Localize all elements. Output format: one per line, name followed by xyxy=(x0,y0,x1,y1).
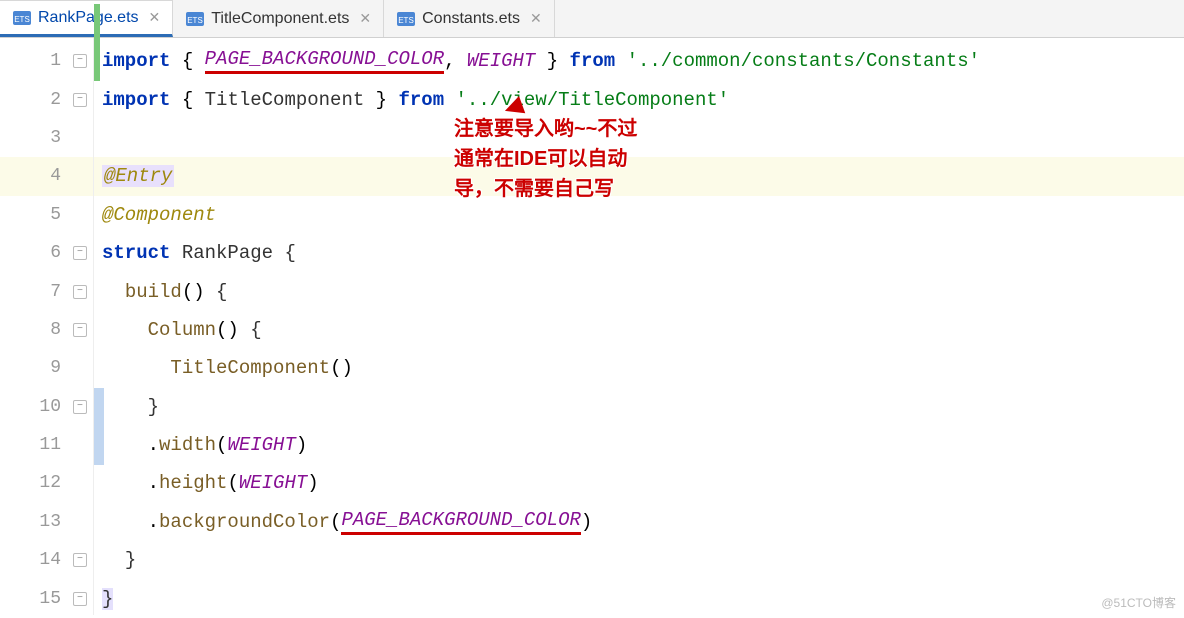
code-line-14: } xyxy=(94,541,1184,579)
line-number: 8− xyxy=(0,311,93,349)
annotation-text: 注意要导入哟~~不过 通常在IDE可以自动 导，不需要自己写 xyxy=(454,114,637,204)
code-line-7: build() { xyxy=(94,272,1184,310)
code-line-1: import { PAGE_BACKGROUND_COLOR, WEIGHT }… xyxy=(94,42,1184,80)
line-number: 1− xyxy=(0,42,93,80)
svg-text:ETS: ETS xyxy=(14,15,30,24)
svg-text:ETS: ETS xyxy=(398,16,414,25)
code-line-13: .backgroundColor(PAGE_BACKGROUND_COLOR) xyxy=(94,503,1184,541)
fold-icon[interactable]: − xyxy=(73,285,87,299)
fold-icon[interactable]: − xyxy=(73,400,87,414)
code-line-4: @Entry xyxy=(94,157,1184,195)
fold-icon[interactable]: − xyxy=(73,323,87,337)
code-area[interactable]: import { PAGE_BACKGROUND_COLOR, WEIGHT }… xyxy=(94,38,1184,615)
fold-icon[interactable]: − xyxy=(73,93,87,107)
line-number: 2− xyxy=(0,80,93,118)
code-line-10: } xyxy=(94,388,1184,426)
code-line-12: .height(WEIGHT) xyxy=(94,464,1184,502)
line-number: 13 xyxy=(0,503,93,541)
line-number: 3 xyxy=(0,119,93,157)
line-number: 12 xyxy=(0,464,93,502)
code-line-9: TitleComponent() xyxy=(94,349,1184,387)
svg-text:ETS: ETS xyxy=(187,16,203,25)
code-line-6: struct RankPage { xyxy=(94,234,1184,272)
fold-icon[interactable]: − xyxy=(73,54,87,68)
gutter: 1− 2− 3 4 5 6− 7− 8− 9 10− 11 12 13 14− … xyxy=(0,38,94,615)
code-line-3 xyxy=(94,119,1184,157)
code-line-5: @Component xyxy=(94,196,1184,234)
fold-icon[interactable]: − xyxy=(73,246,87,260)
code-line-11: .width(WEIGHT) xyxy=(94,426,1184,464)
tab-titlecomponent[interactable]: ETS TitleComponent.ets ✕ xyxy=(173,0,384,37)
line-number: 11 xyxy=(0,426,93,464)
line-number: 6− xyxy=(0,234,93,272)
fold-icon[interactable]: − xyxy=(73,592,87,606)
line-number: 7− xyxy=(0,272,93,310)
line-number: 5 xyxy=(0,196,93,234)
ets-file-icon: ETS xyxy=(185,9,205,29)
editor: 1− 2− 3 4 5 6− 7− 8− 9 10− 11 12 13 14− … xyxy=(0,38,1184,615)
code-line-2: import { TitleComponent } from '../view/… xyxy=(94,80,1184,118)
watermark: @51CTO博客 xyxy=(1101,594,1176,611)
tab-label: Constants.ets xyxy=(422,10,520,28)
close-icon[interactable]: ✕ xyxy=(149,9,161,26)
ets-file-icon: ETS xyxy=(12,8,32,28)
line-number: 9 xyxy=(0,349,93,387)
ets-file-icon: ETS xyxy=(396,9,416,29)
close-icon[interactable]: ✕ xyxy=(359,10,371,27)
code-line-8: Column() { xyxy=(94,311,1184,349)
tab-constants[interactable]: ETS Constants.ets ✕ xyxy=(384,0,555,37)
tab-bar: ETS RankPage.ets ✕ ETS TitleComponent.et… xyxy=(0,0,1184,38)
line-number: 15− xyxy=(0,579,93,617)
line-number: 4 xyxy=(0,157,93,195)
line-number: 14− xyxy=(0,541,93,579)
fold-icon[interactable]: − xyxy=(73,553,87,567)
close-icon[interactable]: ✕ xyxy=(530,10,542,27)
tab-label: RankPage.ets xyxy=(38,9,139,27)
line-number: 10− xyxy=(0,388,93,426)
tab-label: TitleComponent.ets xyxy=(211,10,349,28)
tab-rankpage[interactable]: ETS RankPage.ets ✕ xyxy=(0,0,173,37)
code-line-15: } xyxy=(94,579,1184,617)
